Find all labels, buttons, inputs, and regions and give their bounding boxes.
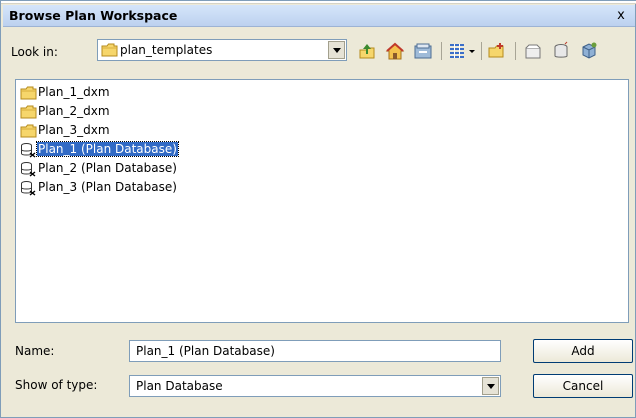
type-label: Show of type:	[15, 378, 98, 392]
list-item[interactable]: Plan_3_dxm	[20, 122, 280, 140]
folder-icon	[20, 123, 38, 139]
list-item-label: Plan_1 (Plan Database)	[36, 141, 179, 157]
list-item[interactable]: Plan_2_dxm	[20, 103, 280, 121]
close-button[interactable]: x	[613, 8, 629, 24]
add-button[interactable]: Add	[533, 339, 633, 363]
list-item-label: Plan_3 (Plan Database)	[38, 180, 177, 194]
list-item-label: Plan_3_dxm	[38, 123, 110, 137]
name-value: Plan_1 (Plan Database)	[136, 344, 275, 358]
database-icon	[20, 180, 38, 196]
toolbar-separator	[481, 42, 482, 60]
toolbar-separator	[515, 42, 516, 60]
list-item-label: Plan_2_dxm	[38, 104, 110, 118]
list-item-label: Plan_1_dxm	[38, 85, 110, 99]
list-item[interactable]: Plan_2 (Plan Database)	[20, 160, 280, 178]
look-in-label: Look in:	[11, 45, 58, 59]
database-icon	[20, 142, 38, 158]
up-one-level-icon[interactable]	[357, 41, 377, 61]
options-icon[interactable]	[579, 41, 599, 61]
new-folder-icon[interactable]	[487, 41, 507, 61]
type-value: Plan Database	[136, 379, 223, 393]
type-combo[interactable]: Plan Database	[129, 375, 501, 397]
list-item[interactable]: Plan_3 (Plan Database)	[20, 179, 280, 197]
folder-icon	[101, 42, 119, 61]
list-item[interactable]: Plan_1_dxm	[20, 84, 280, 102]
database-icon	[20, 161, 38, 177]
list-item[interactable]: Plan_1 (Plan Database)	[20, 141, 280, 159]
new-database-icon[interactable]	[551, 41, 571, 61]
list-item-label: Plan_2 (Plan Database)	[38, 161, 177, 175]
view-menu-icon[interactable]	[447, 41, 467, 61]
chevron-down-icon[interactable]	[482, 377, 499, 395]
look-in-value: plan_templates	[120, 43, 213, 57]
browse-dialog: Browse Plan Workspace x Look in: plan_te…	[0, 0, 636, 418]
name-field[interactable]: Plan_1 (Plan Database)	[129, 340, 501, 362]
window-title: Browse Plan Workspace	[9, 8, 178, 23]
look-in-combo[interactable]: plan_templates	[97, 39, 347, 61]
cancel-button[interactable]: Cancel	[533, 374, 633, 398]
home-icon[interactable]	[385, 41, 405, 61]
view-dropdown-icon[interactable]	[467, 41, 477, 61]
folder-icon	[20, 104, 38, 120]
toolbar	[355, 39, 633, 63]
file-list[interactable]: Plan_1_dxm Plan_2_dxm Plan_3_dxm Plan_1 (Pl…	[15, 79, 629, 323]
new-workspace-icon[interactable]	[523, 41, 543, 61]
toolbar-separator	[441, 42, 442, 60]
name-label: Name:	[15, 344, 55, 358]
title-bar[interactable]: Browse Plan Workspace x	[3, 5, 635, 27]
chevron-down-icon[interactable]	[328, 41, 345, 59]
connect-folder-icon[interactable]	[413, 41, 433, 61]
folder-icon	[20, 85, 38, 101]
top-edge	[1, 1, 636, 4]
